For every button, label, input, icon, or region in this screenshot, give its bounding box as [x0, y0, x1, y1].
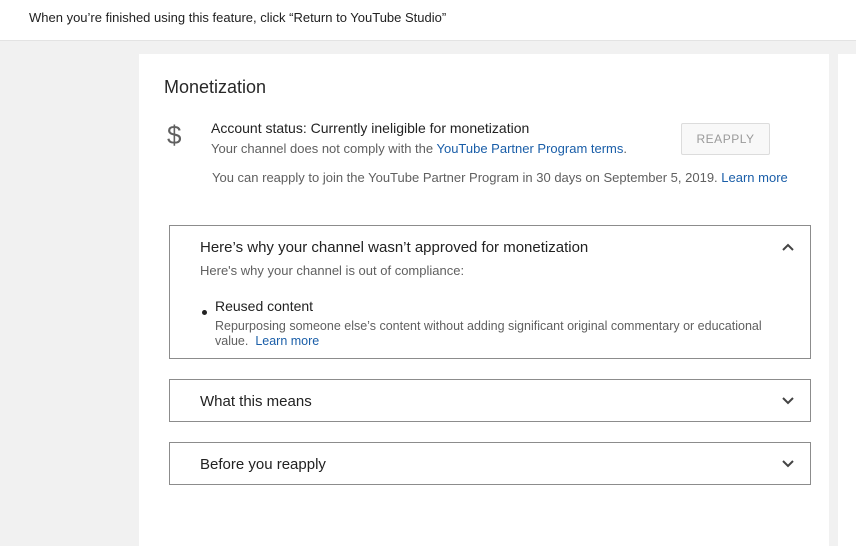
account-status: Account status: Currently ineligible for…: [211, 120, 530, 136]
comply-prefix: Your channel does not comply with the: [211, 141, 437, 156]
comply-text: Your channel does not comply with the Yo…: [211, 141, 627, 156]
chevron-down-icon[interactable]: [782, 460, 794, 468]
reapply-learn-more-link[interactable]: Learn more: [721, 170, 787, 185]
chevron-down-icon[interactable]: [782, 397, 794, 405]
panel-title: Here’s why your channel wasn’t approved …: [200, 239, 589, 256]
page-title: Monetization: [164, 77, 267, 97]
banner-message: When you’re finished using this feature,…: [29, 10, 447, 25]
top-banner: When you’re finished using this feature,…: [0, 0, 856, 41]
reapply-button[interactable]: REAPPLY: [681, 123, 770, 155]
panel-not-approved[interactable]: Here’s why your channel wasn’t approved …: [169, 225, 811, 359]
bullet-icon: [202, 310, 207, 315]
dollar-icon: $: [167, 120, 182, 150]
partner-program-terms-link[interactable]: YouTube Partner Program terms: [436, 141, 623, 156]
panel-what-this-means[interactable]: What this means: [169, 379, 811, 422]
monetization-card: Monetization $ Account status: Currently…: [139, 54, 829, 546]
right-panel-edge: [838, 54, 856, 546]
panel-subtitle: Here's why your channel is out of compli…: [200, 263, 465, 278]
reapply-info: You can reapply to join the YouTube Part…: [212, 170, 788, 185]
reason-description: Repurposing someone else’s content witho…: [215, 319, 800, 349]
panel-before-you-reapply[interactable]: Before you reapply: [169, 442, 811, 485]
reason-learn-more-link[interactable]: Learn more: [255, 334, 319, 348]
reason-title: Reused content: [215, 298, 314, 314]
comply-suffix: .: [623, 141, 628, 156]
panel-title: Before you reapply: [200, 456, 326, 473]
chevron-up-icon[interactable]: [782, 243, 794, 251]
panel-title: What this means: [200, 393, 312, 410]
reapply-info-text: You can reapply to join the YouTube Part…: [212, 170, 718, 185]
